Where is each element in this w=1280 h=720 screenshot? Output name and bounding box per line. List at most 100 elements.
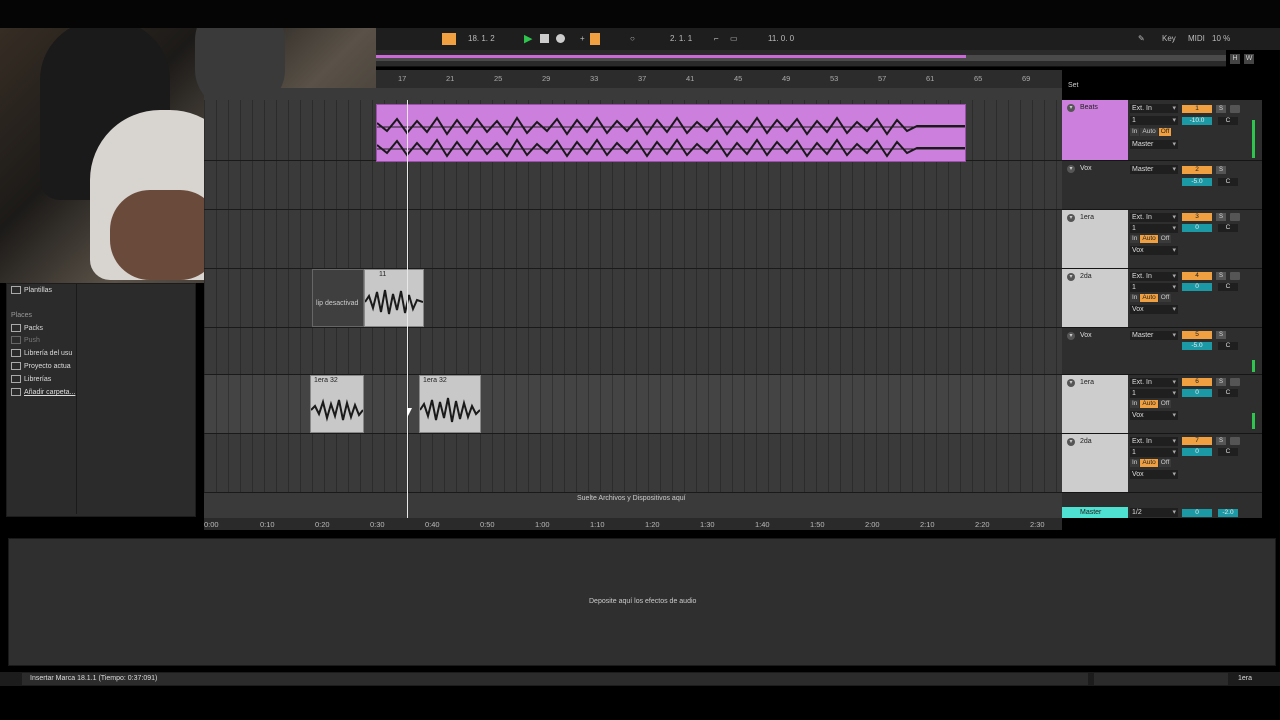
pan-field[interactable]: -2.0 bbox=[1218, 509, 1238, 517]
track-name[interactable]: Vox bbox=[1080, 332, 1092, 339]
track-activator[interactable]: 2 bbox=[1182, 166, 1212, 174]
pan-field[interactable]: C bbox=[1218, 224, 1238, 232]
solo-button[interactable]: S bbox=[1216, 437, 1226, 445]
fold-icon[interactable]: ▾ bbox=[1067, 104, 1075, 112]
fold-icon[interactable]: ▾ bbox=[1067, 438, 1075, 446]
track-name[interactable]: Master bbox=[1080, 509, 1101, 516]
overview-h-button[interactable]: H bbox=[1230, 54, 1240, 64]
volume-field[interactable]: 0 bbox=[1182, 448, 1212, 456]
overview-w-button[interactable]: W bbox=[1244, 54, 1254, 64]
browser-item-templates[interactable]: Plantillas bbox=[11, 286, 52, 294]
draw-mode-icon[interactable]: ⌐ bbox=[714, 33, 719, 45]
volume-field[interactable]: -10.0 bbox=[1182, 117, 1212, 125]
key-map-button[interactable]: Key bbox=[1162, 33, 1176, 45]
time-ruler[interactable]: 0:00 0:10 0:20 0:30 0:40 0:50 1:00 1:10 … bbox=[204, 518, 1062, 530]
volume-field[interactable]: 0 bbox=[1182, 224, 1212, 232]
input-type-select[interactable]: Ext. In ▾ bbox=[1130, 272, 1178, 281]
track-name-box[interactable]: ▾ 1era bbox=[1062, 375, 1128, 433]
input-type-select[interactable]: Ext. In ▾ bbox=[1130, 104, 1178, 113]
arm-button[interactable] bbox=[1230, 105, 1240, 113]
solo-button[interactable]: S bbox=[1216, 105, 1226, 113]
solo-button[interactable]: S bbox=[1216, 166, 1226, 174]
audio-clip-11[interactable]: 11 bbox=[364, 269, 424, 327]
record-icon[interactable] bbox=[556, 34, 565, 43]
track-activator[interactable]: 6 bbox=[1182, 378, 1212, 386]
track-header-vox[interactable]: ▾ Vox Master ▾ 2 S -5.0 C bbox=[1062, 161, 1262, 210]
output-select[interactable]: Vox ▾ bbox=[1130, 411, 1178, 420]
track-name[interactable]: Beats bbox=[1080, 104, 1098, 111]
input-channel-select[interactable]: 1 ▾ bbox=[1130, 116, 1178, 125]
volume-field[interactable]: -5.0 bbox=[1182, 342, 1212, 350]
output-select[interactable]: Master ▾ bbox=[1130, 140, 1178, 149]
punch-icon[interactable]: ▭ bbox=[730, 33, 738, 45]
pan-field[interactable]: C bbox=[1218, 283, 1238, 291]
volume-field[interactable]: 0 bbox=[1182, 389, 1212, 397]
output-select[interactable]: Vox ▾ bbox=[1130, 305, 1178, 314]
pencil-icon[interactable]: ✎ bbox=[1138, 33, 1145, 45]
device-view[interactable]: Deposite aquí los efectos de audio bbox=[8, 538, 1276, 666]
track-name-box[interactable]: ▾ 2da bbox=[1062, 434, 1128, 492]
arrangement-overview[interactable] bbox=[376, 50, 1226, 67]
pan-field[interactable]: C bbox=[1218, 178, 1238, 186]
track-name-box[interactable]: ▾ 2da bbox=[1062, 269, 1128, 327]
midi-map-button[interactable]: MIDI bbox=[1188, 33, 1205, 45]
track-name-box[interactable]: ▾ 1era bbox=[1062, 210, 1128, 268]
track-activator[interactable]: 1 bbox=[1182, 105, 1212, 113]
input-type-select[interactable]: Ext. In ▾ bbox=[1130, 213, 1178, 222]
track-header-vox-2[interactable]: ▾ Vox Master ▾ 5 S -5.0 C bbox=[1062, 328, 1262, 375]
track-name[interactable]: Vox bbox=[1080, 165, 1092, 172]
stop-icon[interactable] bbox=[540, 34, 549, 43]
overdub-icon[interactable]: + bbox=[580, 33, 585, 45]
track-header-2da-2[interactable]: ▾ 2da Ext. In ▾ 1 ▾ In Auto Off Vox ▾ 7 S 0 C bbox=[1062, 434, 1262, 493]
loop-switch-icon[interactable]: ○ bbox=[630, 33, 635, 45]
track-name-box[interactable]: Master bbox=[1062, 507, 1128, 518]
output-select[interactable]: Vox ▾ bbox=[1130, 246, 1178, 255]
monitor-switch[interactable]: In Auto Off bbox=[1130, 459, 1172, 467]
track-activator[interactable]: 4 bbox=[1182, 272, 1212, 280]
output-select[interactable]: Master ▾ bbox=[1130, 165, 1178, 174]
playhead[interactable] bbox=[407, 100, 408, 520]
browser-item-current-project[interactable]: Proyecto actua bbox=[11, 362, 71, 370]
fold-icon[interactable]: ▾ bbox=[1067, 165, 1075, 173]
monitor-switch[interactable]: In Auto Off bbox=[1130, 400, 1172, 408]
track-lane-1era[interactable] bbox=[204, 210, 1062, 269]
browser-item-packs[interactable]: Packs bbox=[11, 324, 43, 332]
audio-clip-beats[interactable] bbox=[376, 104, 966, 162]
track-lane-2da-2[interactable] bbox=[204, 434, 1062, 493]
arm-button[interactable] bbox=[1230, 378, 1240, 386]
track-header-master[interactable]: Master 1/2 ▾ 0 -2.0 bbox=[1062, 507, 1262, 518]
track-name[interactable]: 1era bbox=[1080, 214, 1094, 221]
monitor-switch[interactable]: In Auto Off bbox=[1130, 294, 1172, 302]
input-channel-select[interactable]: 1 ▾ bbox=[1130, 283, 1178, 292]
solo-button[interactable]: S bbox=[1216, 378, 1226, 386]
arm-button[interactable] bbox=[1230, 437, 1240, 445]
track-header-2da[interactable]: ▾ 2da Ext. In ▾ 1 ▾ In Auto Off Vox ▾ 4 S 0 C bbox=[1062, 269, 1262, 328]
output-select[interactable]: Master ▾ bbox=[1130, 331, 1178, 340]
cue-out-select[interactable]: 1/2 ▾ bbox=[1130, 508, 1178, 517]
monitor-switch[interactable]: In Auto Off bbox=[1130, 235, 1172, 243]
automation-arm-icon[interactable] bbox=[590, 33, 600, 45]
follow-button[interactable] bbox=[442, 33, 456, 45]
input-type-select[interactable]: Ext. In ▾ bbox=[1130, 437, 1178, 446]
beat-time-ruler[interactable]: 17 21 25 29 33 37 41 45 49 53 57 61 65 6… bbox=[376, 70, 1062, 89]
monitor-switch[interactable]: In Auto Off bbox=[1130, 128, 1172, 136]
song-position[interactable]: 18. 1. 2 bbox=[468, 33, 495, 45]
track-name[interactable]: 2da bbox=[1080, 273, 1092, 280]
browser-item-push[interactable]: Push bbox=[11, 336, 40, 344]
browser-item-libraries[interactable]: Librerías bbox=[11, 375, 51, 383]
arrangement-view[interactable]: lip desactivad 11 1era 32 1era 32 Suelte… bbox=[204, 88, 1062, 518]
arm-button[interactable] bbox=[1230, 272, 1240, 280]
loop-start[interactable]: 2. 1. 1 bbox=[670, 33, 692, 45]
input-channel-select[interactable]: 1 ▾ bbox=[1130, 448, 1178, 457]
fold-icon[interactable]: ▾ bbox=[1067, 214, 1075, 222]
volume-field[interactable]: -5.0 bbox=[1182, 178, 1212, 186]
browser-item-add-folder[interactable]: Añadir carpeta... bbox=[11, 388, 75, 396]
track-lane-vox[interactable] bbox=[204, 161, 1062, 210]
audio-clip-1era-a[interactable]: 1era 32 bbox=[310, 375, 364, 433]
volume-field[interactable]: 0 bbox=[1182, 283, 1212, 291]
solo-button[interactable]: S bbox=[1216, 331, 1226, 339]
solo-button[interactable]: S bbox=[1216, 213, 1226, 221]
pan-field[interactable]: C bbox=[1218, 448, 1238, 456]
solo-button[interactable]: S bbox=[1216, 272, 1226, 280]
arm-button[interactable] bbox=[1230, 213, 1240, 221]
